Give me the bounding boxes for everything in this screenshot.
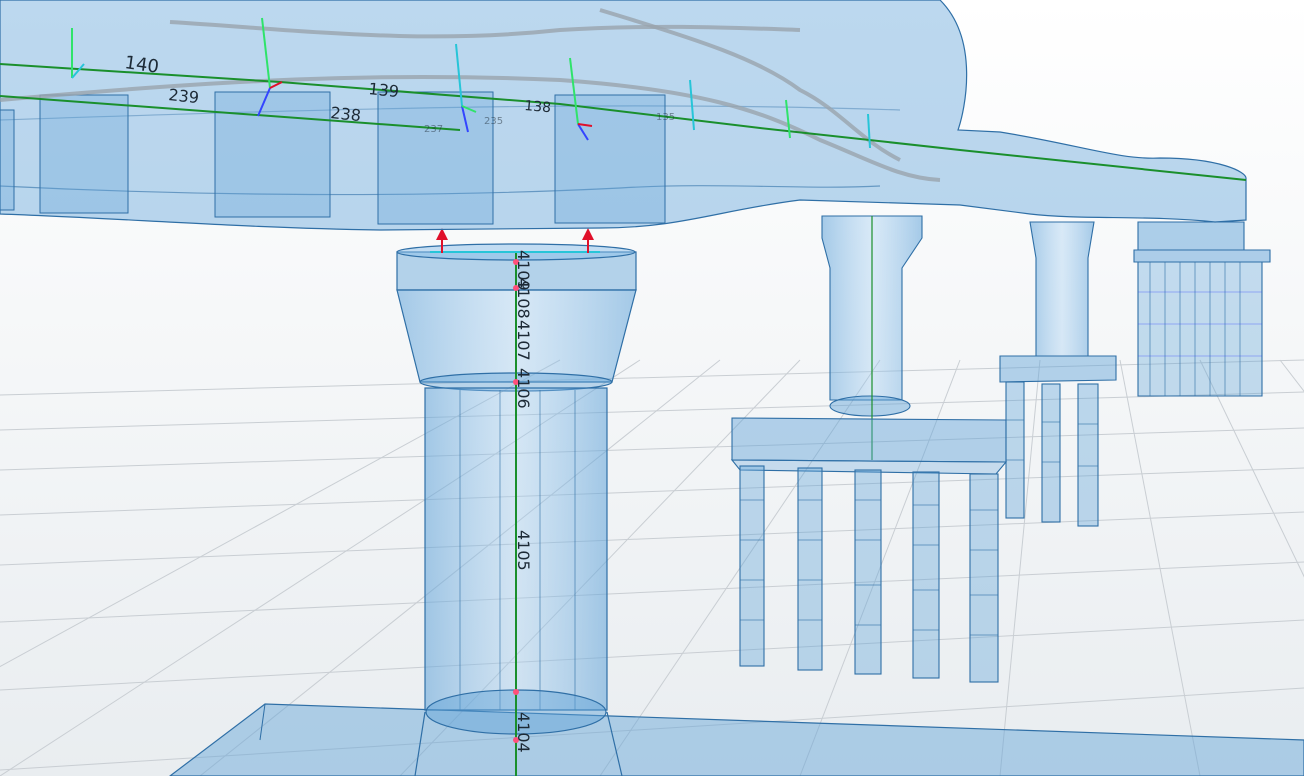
deck-label-138: 138 <box>524 98 552 116</box>
deck-label-135: 135 <box>656 112 675 123</box>
deck-label-238: 238 <box>330 103 362 125</box>
pier-label-4104: 4104 <box>514 712 533 753</box>
model-canvas[interactable]: 4109 4108 4107 4106 4105 4104 140 239 23… <box>0 0 1304 777</box>
deck-label-237: 237 <box>424 124 443 135</box>
deck-label-239: 239 <box>168 85 200 107</box>
pier-label-4105: 4105 <box>514 530 533 571</box>
deck-label-139: 139 <box>368 79 400 101</box>
deck-label-235: 235 <box>484 116 503 127</box>
middle-pile-cap[interactable] <box>730 417 1008 475</box>
pier-label-4108: 4108 <box>514 278 533 319</box>
pier-label-4106: 4106 <box>514 368 533 409</box>
pier-label-4107: 4107 <box>514 320 533 361</box>
structural-model-viewport[interactable]: 4109 4108 4107 4106 4105 4104 140 239 23… <box>0 0 1304 777</box>
